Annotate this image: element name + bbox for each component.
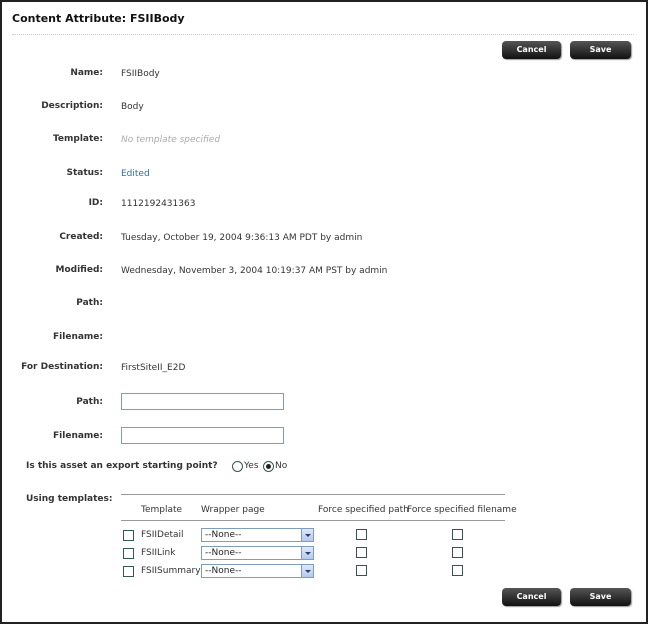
path-input-label: Path: [76, 397, 103, 407]
save-button-bottom[interactable]: Save [570, 588, 631, 606]
template-checkbox[interactable] [123, 548, 134, 559]
page-title: Content Attribute: FSIIBody [12, 12, 185, 25]
status-value[interactable]: Edited [121, 169, 150, 179]
cancel-button-bottom[interactable]: Cancel [502, 588, 561, 606]
created-value: Tuesday, October 19, 2004 9:36:13 AM PDT… [121, 233, 363, 243]
modified-value: Wednesday, November 3, 2004 10:19:37 AM … [121, 266, 388, 276]
col-force-path: Force specified path [318, 505, 409, 515]
chevron-down-icon[interactable] [301, 547, 313, 559]
wrapper-page-select[interactable]: --None-- [201, 564, 314, 578]
col-force-filename: Force specified filename [407, 505, 517, 515]
table-top-rule [121, 494, 505, 495]
template-label: Template: [52, 134, 103, 144]
id-value: 1112192431363 [121, 199, 196, 209]
template-value: No template specified [121, 135, 221, 145]
template-checkbox[interactable] [123, 530, 134, 541]
cancel-button-top[interactable]: Cancel [502, 41, 561, 59]
filename-readonly-label: Filename: [53, 332, 103, 342]
force-path-checkbox[interactable] [356, 565, 367, 576]
chevron-down-icon[interactable] [301, 529, 313, 541]
path-input[interactable] [121, 393, 284, 410]
col-template: Template [141, 505, 183, 515]
wrapper-page-value: --None-- [205, 530, 242, 540]
content-attribute-panel: Content Attribute: FSIIBody Cancel Save … [0, 0, 648, 624]
force-filename-checkbox[interactable] [452, 547, 463, 558]
save-button-top[interactable]: Save [570, 41, 631, 59]
template-name: FSIIDetail [141, 530, 184, 540]
force-path-checkbox[interactable] [356, 529, 367, 540]
wrapper-page-value: --None-- [205, 548, 242, 558]
status-label: Status: [66, 168, 103, 178]
force-path-checkbox[interactable] [356, 547, 367, 558]
force-filename-checkbox[interactable] [452, 565, 463, 576]
title-divider [12, 34, 634, 35]
export-yes-radio[interactable] [232, 461, 243, 472]
wrapper-page-select[interactable]: --None-- [201, 546, 314, 560]
template-name: FSIILink [141, 548, 176, 558]
id-label: ID: [88, 198, 103, 208]
export-yes-label: Yes [244, 461, 259, 471]
path-readonly-label: Path: [76, 298, 103, 308]
export-point-question: Is this asset an export starting point? [26, 461, 218, 471]
created-label: Created: [59, 232, 103, 242]
filename-input[interactable] [121, 427, 284, 444]
name-value: FSIIBody [121, 69, 160, 79]
template-name: FSIISummary [141, 566, 201, 576]
export-no-label: No [275, 461, 288, 471]
description-label: Description: [41, 101, 103, 111]
export-no-radio[interactable] [263, 461, 274, 472]
name-label: Name: [70, 68, 103, 78]
destination-value: FirstSiteII_E2D [121, 363, 186, 373]
using-templates-label: Using templates: [26, 494, 113, 504]
force-filename-checkbox[interactable] [452, 529, 463, 540]
filename-input-label: Filename: [53, 431, 103, 441]
description-value: Body [121, 102, 144, 112]
col-wrapper-page: Wrapper page [201, 505, 265, 515]
modified-label: Modified: [55, 265, 103, 275]
chevron-down-icon[interactable] [301, 565, 313, 577]
wrapper-page-select[interactable]: --None-- [201, 528, 314, 542]
table-header-rule [121, 520, 505, 521]
template-checkbox[interactable] [123, 566, 134, 577]
wrapper-page-value: --None-- [205, 566, 242, 576]
destination-label: For Destination: [21, 362, 103, 372]
